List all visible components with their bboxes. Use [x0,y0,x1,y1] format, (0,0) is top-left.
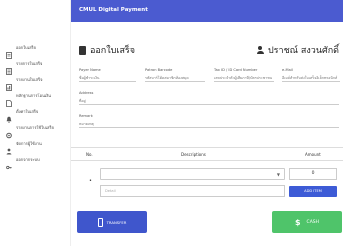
user-icon [256,46,264,54]
key-icon [6,156,12,169]
page-title-text: ออกใบเสร็จ [90,46,136,56]
patron-barcode-input[interactable] [145,72,205,82]
sidebar-item-label: รายงานใบเสร็จ [16,76,43,82]
sidebar-item-label: ออกใบเสร็จ [16,44,37,50]
remark-field: Remark [79,114,339,128]
current-user: ปราชณ์ สงวนศักดิ์ [256,43,339,57]
transfer-button[interactable]: TRANSFER [77,211,147,233]
sidebar-item-receipt-settings[interactable]: ตั้งค่าใบเสร็จ [6,104,39,123]
amount-input[interactable]: 0 [289,168,337,180]
payer-name-field: Payer Name [79,68,136,82]
sidebar-item-label: หลักฐานการโอนเงิน [16,92,51,98]
tax-id-field: Tax ID / ID Card Number [214,68,274,82]
document-icon [79,45,86,55]
items-table-header: No. Descriptions Amount [71,147,343,161]
remark-input[interactable] [79,118,339,128]
phone-icon [97,217,103,227]
settings-icon [6,124,12,138]
sidebar: ออกใบเสร็จ รายการใบเสร็จ รายงานใบเสร็จ ห… [0,0,71,246]
cash-button-label: CASH [306,219,320,225]
sidebar-item-receipt-report[interactable]: รายงานใบเสร็จ [6,72,43,91]
patron-barcode-field: Patron Barcode [145,68,205,82]
list-icon [6,60,12,75]
sidebar-item-label: รายการใบเสร็จ [16,60,43,66]
page-title: ออกใบเสร็จ [79,43,135,57]
add-item-button[interactable]: ADD ITEM [289,186,337,197]
sidebar-item-label: จัดการผู้ใช้งาน [16,140,42,146]
bell-icon [6,108,12,123]
app-title: CMUL Digital Payment [79,7,148,13]
payer-name-input[interactable] [79,72,136,82]
email-input[interactable] [282,72,340,82]
row-bullet: • [89,178,92,184]
sidebar-item-receipt-list[interactable]: รายการใบเสร็จ [6,56,43,75]
sidebar-item-label: ตั้งค่าใบเสร็จ [16,108,39,114]
address-field: Address [79,91,339,105]
sidebar-item-transfer-proof[interactable]: หลักฐานการโอนเงิน [6,88,51,107]
sidebar-item-label: ออกจากระบบ [16,156,40,162]
sidebar-item-usage-report[interactable]: รายงานการใช้ใบเสร็จ [6,120,54,138]
item-select[interactable]: ▼ [100,168,285,180]
detail-input[interactable]: Detail [100,185,285,197]
user-name: ปราชณ์ สงวนศักดิ์ [267,46,339,56]
transfer-button-label: TRANSFER [106,219,127,225]
column-amount: Amount [305,152,321,157]
sidebar-item-manage-users[interactable]: จัดการผู้ใช้งาน [6,136,42,154]
document-icon [6,92,12,107]
dollar-icon: $ [294,217,301,227]
sidebar-item-label: รายงานการใช้ใบเสร็จ [16,124,54,130]
column-no: No. [86,152,93,157]
tax-id-input[interactable] [214,72,274,82]
receipt-icon [6,44,12,59]
sidebar-item-issue-receipt[interactable]: ออกใบเสร็จ [6,40,37,59]
sidebar-item-logout[interactable]: ออกจากระบบ [6,152,40,169]
address-input[interactable] [79,95,339,105]
cash-button[interactable]: $ CASH [272,211,342,233]
email-field: e-Mail [282,68,340,82]
chevron-down-icon: ▼ [276,172,280,177]
app-header: CMUL Digital Payment [71,0,343,22]
user-icon [6,140,12,154]
report-icon [6,76,12,91]
column-descriptions: Descriptions [181,152,206,157]
